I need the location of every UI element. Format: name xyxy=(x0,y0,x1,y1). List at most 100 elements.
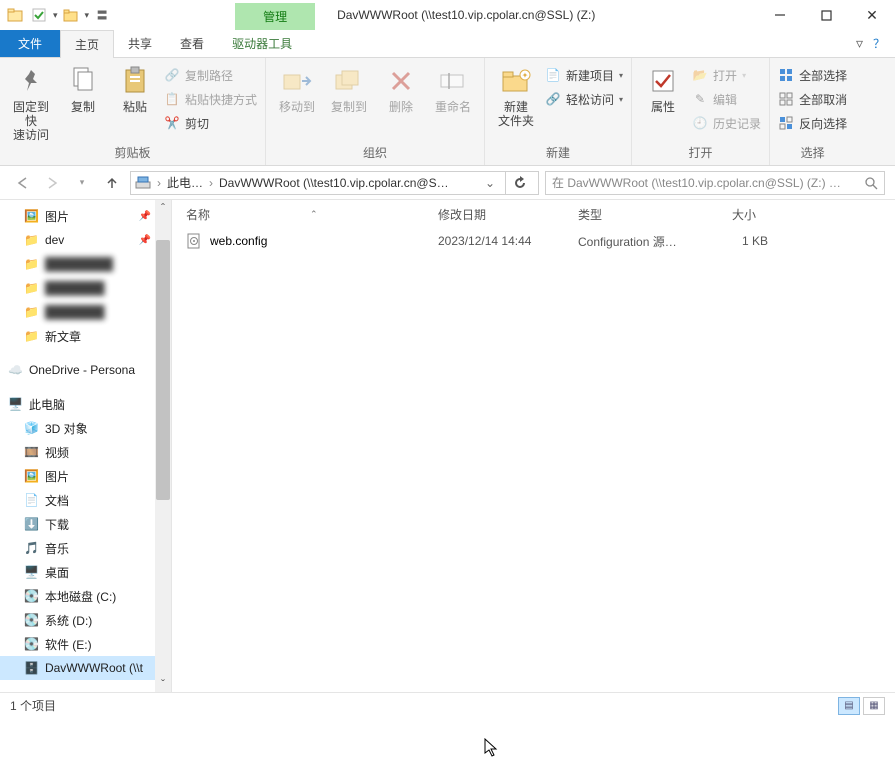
pasteshortcut-button[interactable]: 📋 粘贴快捷方式 xyxy=(164,88,257,110)
recent-button[interactable]: ▾ xyxy=(70,171,94,195)
tree-drive-d[interactable]: 💽系统 (D:) xyxy=(0,608,171,632)
tab-view[interactable]: 查看 xyxy=(166,30,218,57)
tree-scrollbar[interactable]: ˆ ˇ xyxy=(155,200,171,692)
nav-tree[interactable]: 🖼️图片📌 📁dev📌 📁████████ 📁███████ 📁███████ … xyxy=(0,200,172,692)
tree-blur3[interactable]: 📁███████ xyxy=(0,300,171,324)
address-dropdown[interactable]: ⌄ xyxy=(481,176,499,190)
titlebar: ▾ ▾ 〓 管理 DavWWWRoot (\\test10.vip.cpolar… xyxy=(0,0,895,30)
crumb-root[interactable]: 此电… xyxy=(167,174,203,191)
qat-newfolder-icon[interactable] xyxy=(60,4,82,26)
status-bar: 1 个项目 ▤ ▦ xyxy=(0,692,895,718)
tree-3dobjects[interactable]: 🧊3D 对象 xyxy=(0,416,171,440)
crumb-sep: › xyxy=(157,176,161,190)
tree-blur1[interactable]: 📁████████ xyxy=(0,252,171,276)
col-date[interactable]: 修改日期 xyxy=(438,206,578,223)
window-title: DavWWWRoot (\\test10.vip.cpolar.cn@SSL) … xyxy=(315,0,757,30)
minimize-icon xyxy=(774,9,786,21)
tab-home[interactable]: 主页 xyxy=(60,30,114,58)
tab-drivetools[interactable]: 驱动器工具 xyxy=(218,30,306,57)
tree-dev[interactable]: 📁dev📌 xyxy=(0,228,171,252)
easyaccess-button[interactable]: 🔗 轻松访问▾ xyxy=(545,88,623,110)
tree-netdrive[interactable]: 🗄️DavWWWRoot (\\t xyxy=(0,656,171,680)
copyto-button[interactable]: 复制到 xyxy=(326,62,372,114)
moveto-icon xyxy=(281,65,313,97)
tab-file[interactable]: 文件 xyxy=(0,30,60,57)
tree-drive-c[interactable]: 💽本地磁盘 (C:) xyxy=(0,584,171,608)
copypath-button[interactable]: 🔗 复制路径 xyxy=(164,64,257,86)
tree-thispc[interactable]: 🖥️此电脑 xyxy=(0,392,171,416)
tree-music[interactable]: 🎵音乐 xyxy=(0,536,171,560)
selectnone-icon xyxy=(778,91,794,107)
group-open: 属性 📂 打开▾ ✎ 编辑 🕘 历史记录 打开 xyxy=(632,58,770,165)
edit-icon: ✎ xyxy=(692,91,708,107)
delete-button[interactable]: 删除 xyxy=(378,62,424,114)
col-type[interactable]: 类型 xyxy=(578,206,698,223)
properties-button[interactable]: 属性 xyxy=(640,62,686,114)
tab-share[interactable]: 共享 xyxy=(114,30,166,57)
invertselect-button[interactable]: 反向选择 xyxy=(778,112,847,134)
group-organize: 移动到 复制到 删除 重命名 组织 xyxy=(266,58,485,165)
chevron-down-icon[interactable]: ▾ xyxy=(85,10,90,21)
cube-icon: 🧊 xyxy=(24,421,39,435)
rename-icon xyxy=(437,65,469,97)
scroll-down-icon[interactable]: ˇ xyxy=(155,676,171,692)
drive-icon: 💽 xyxy=(24,637,39,651)
tree-drive-e[interactable]: 💽软件 (E:) xyxy=(0,632,171,656)
tree-videos[interactable]: 🎞️视频 xyxy=(0,440,171,464)
ribbon: 固定到快 速访问 复制 粘贴 🔗 复制路径 📋 粘贴快捷方式 xyxy=(0,58,895,166)
folder-icon: 📁 xyxy=(24,233,39,247)
open-button[interactable]: 📂 打开▾ xyxy=(692,64,761,86)
tree-newarticle[interactable]: 📁新文章 xyxy=(0,324,171,348)
qat-properties-icon[interactable] xyxy=(28,4,50,26)
tree-pictures[interactable]: 🖼️图片📌 xyxy=(0,204,171,228)
tree-onedrive[interactable]: ☁️OneDrive - Persona xyxy=(0,358,171,382)
file-row[interactable]: web.config 2023/12/14 14:44 Configuratio… xyxy=(172,228,895,254)
qat-dd-1[interactable]: ▾ xyxy=(53,10,58,21)
tree-docs[interactable]: 📄文档 xyxy=(0,488,171,512)
group-new: ✦ 新建 文件夹 📄 新建项目▾ 🔗 轻松访问▾ 新建 xyxy=(485,58,632,165)
newitem-icon: 📄 xyxy=(545,67,561,83)
qat-customize-icon[interactable]: 〓 xyxy=(91,4,113,26)
minimize-button[interactable] xyxy=(757,0,803,30)
col-name[interactable]: 名称⌃ xyxy=(186,206,438,223)
back-button[interactable] xyxy=(10,171,34,195)
breadcrumb[interactable]: › 此电… › DavWWWRoot (\\test10.vip.cpolar.… xyxy=(130,171,539,195)
history-button[interactable]: 🕘 历史记录 xyxy=(692,112,761,134)
view-details-button[interactable]: ▤ xyxy=(838,697,860,715)
paste-button[interactable]: 粘贴 xyxy=(112,62,158,114)
pin-quickaccess-button[interactable]: 固定到快 速访问 xyxy=(8,62,54,142)
copy-button[interactable]: 复制 xyxy=(60,62,106,114)
cut-button[interactable]: ✂️ 剪切 xyxy=(164,112,257,134)
help-icon[interactable]: ？ xyxy=(873,35,885,52)
tree-downloads[interactable]: ⬇️下载 xyxy=(0,512,171,536)
up-button[interactable] xyxy=(100,171,124,195)
ribbon-collapse-icon[interactable]: ▿ xyxy=(856,35,863,52)
search-input[interactable]: 在 DavWWWRoot (\\test10.vip.cpolar.cn@SSL… xyxy=(545,171,885,195)
refresh-button[interactable] xyxy=(505,172,534,194)
tree-desktop[interactable]: 🖥️桌面 xyxy=(0,560,171,584)
forward-button[interactable] xyxy=(40,171,64,195)
newitem-button[interactable]: 📄 新建项目▾ xyxy=(545,64,623,86)
scroll-up-icon[interactable]: ˆ xyxy=(155,200,171,216)
view-thumbnails-button[interactable]: ▦ xyxy=(863,697,885,715)
newfolder-button[interactable]: ✦ 新建 文件夹 xyxy=(493,62,539,128)
edit-button[interactable]: ✎ 编辑 xyxy=(692,88,761,110)
quick-access-toolbar: ▾ ▾ 〓 xyxy=(0,0,113,30)
selectnone-button[interactable]: 全部取消 xyxy=(778,88,847,110)
rename-button[interactable]: 重命名 xyxy=(430,62,476,114)
context-tab-manage[interactable]: 管理 xyxy=(235,3,315,30)
maximize-button[interactable] xyxy=(803,0,849,30)
music-icon: 🎵 xyxy=(24,541,39,555)
tree-blur2[interactable]: 📁███████ xyxy=(0,276,171,300)
drive-icon: 💽 xyxy=(24,613,39,627)
tree-pics[interactable]: 🖼️图片 xyxy=(0,464,171,488)
column-headers[interactable]: 名称⌃ 修改日期 类型 大小 xyxy=(172,200,895,228)
details-view-icon: ▤ xyxy=(844,700,853,711)
picture-icon: 🖼️ xyxy=(24,469,39,483)
scrollbar-thumb[interactable] xyxy=(156,240,170,500)
crumb-current[interactable]: DavWWWRoot (\\test10.vip.cpolar.cn@S… xyxy=(219,176,449,190)
moveto-button[interactable]: 移动到 xyxy=(274,62,320,114)
close-button[interactable]: ✕ xyxy=(849,0,895,30)
col-size[interactable]: 大小 xyxy=(698,206,768,223)
selectall-button[interactable]: 全部选择 xyxy=(778,64,847,86)
